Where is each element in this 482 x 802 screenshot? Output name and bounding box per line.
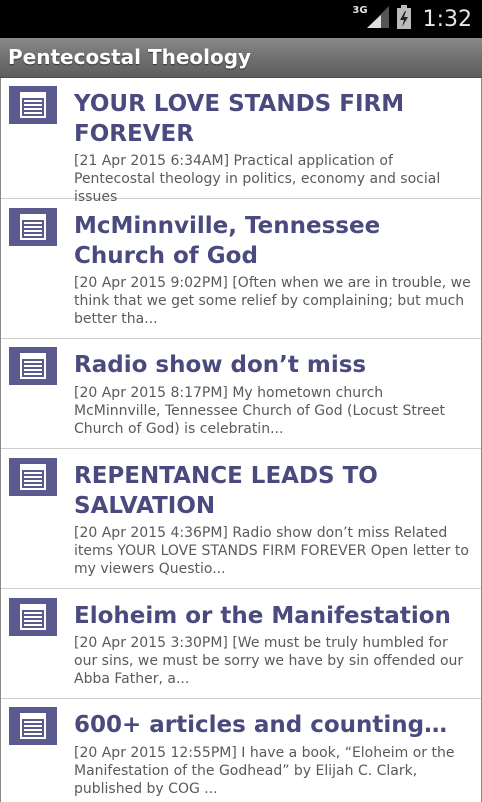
article-title: 600+ articles and counting… xyxy=(74,712,448,738)
list-item[interactable]: 600+ articles and counting… [20 Apr 2015… xyxy=(1,699,481,802)
list-item[interactable]: REPENTANCE LEADS TO SALVATION [20 Apr 20… xyxy=(1,449,481,589)
app-title-bar: Pentecostal Theology xyxy=(0,38,482,78)
article-icon xyxy=(9,208,57,246)
article-summary: [20 Apr 2015 3:30PM] [We must be truly h… xyxy=(74,635,464,687)
signal-icon xyxy=(366,6,389,32)
article-icon xyxy=(9,86,57,124)
clock: 1:32 xyxy=(422,6,472,32)
list-item[interactable]: Eloheim or the Manifestation [20 Apr 201… xyxy=(1,589,481,699)
article-icon xyxy=(9,598,57,636)
article-summary: [20 Apr 2015 4:36PM] Radio show don’t mi… xyxy=(74,525,469,577)
app-title: Pentecostal Theology xyxy=(8,45,252,69)
article-list[interactable]: YOUR LOVE STANDS FIRM FOREVER [21 Apr 20… xyxy=(0,78,482,802)
battery-icon xyxy=(396,5,411,33)
article-summary: [20 Apr 2015 12:55PM] I have a book, “El… xyxy=(74,745,455,797)
article-icon xyxy=(9,458,57,496)
list-item[interactable]: Radio show don’t miss [20 Apr 2015 8:17P… xyxy=(1,339,481,449)
list-item[interactable]: McMinnville, Tennessee Church of God [20… xyxy=(1,199,481,339)
status-icons: 3G 1:32 xyxy=(352,0,472,38)
article-title: McMinnville, Tennessee Church of God xyxy=(74,213,381,269)
article-title: YOUR LOVE STANDS FIRM FOREVER xyxy=(74,91,405,147)
article-title: Radio show don’t miss xyxy=(74,352,367,378)
list-item[interactable]: YOUR LOVE STANDS FIRM FOREVER [21 Apr 20… xyxy=(1,78,481,205)
article-summary: [21 Apr 2015 6:34AM] Practical applicati… xyxy=(74,153,441,205)
status-bar: 3G 1:32 xyxy=(0,0,482,38)
article-title: REPENTANCE LEADS TO SALVATION xyxy=(74,463,378,519)
article-title: Eloheim or the Manifestation xyxy=(74,603,451,629)
article-icon xyxy=(9,707,57,745)
network-type-label: 3G xyxy=(352,4,368,16)
article-summary: [20 Apr 2015 8:17PM] My hometown church … xyxy=(74,385,445,437)
article-icon xyxy=(9,347,57,385)
article-summary: [20 Apr 2015 9:02PM] [Often when we are … xyxy=(74,275,471,327)
